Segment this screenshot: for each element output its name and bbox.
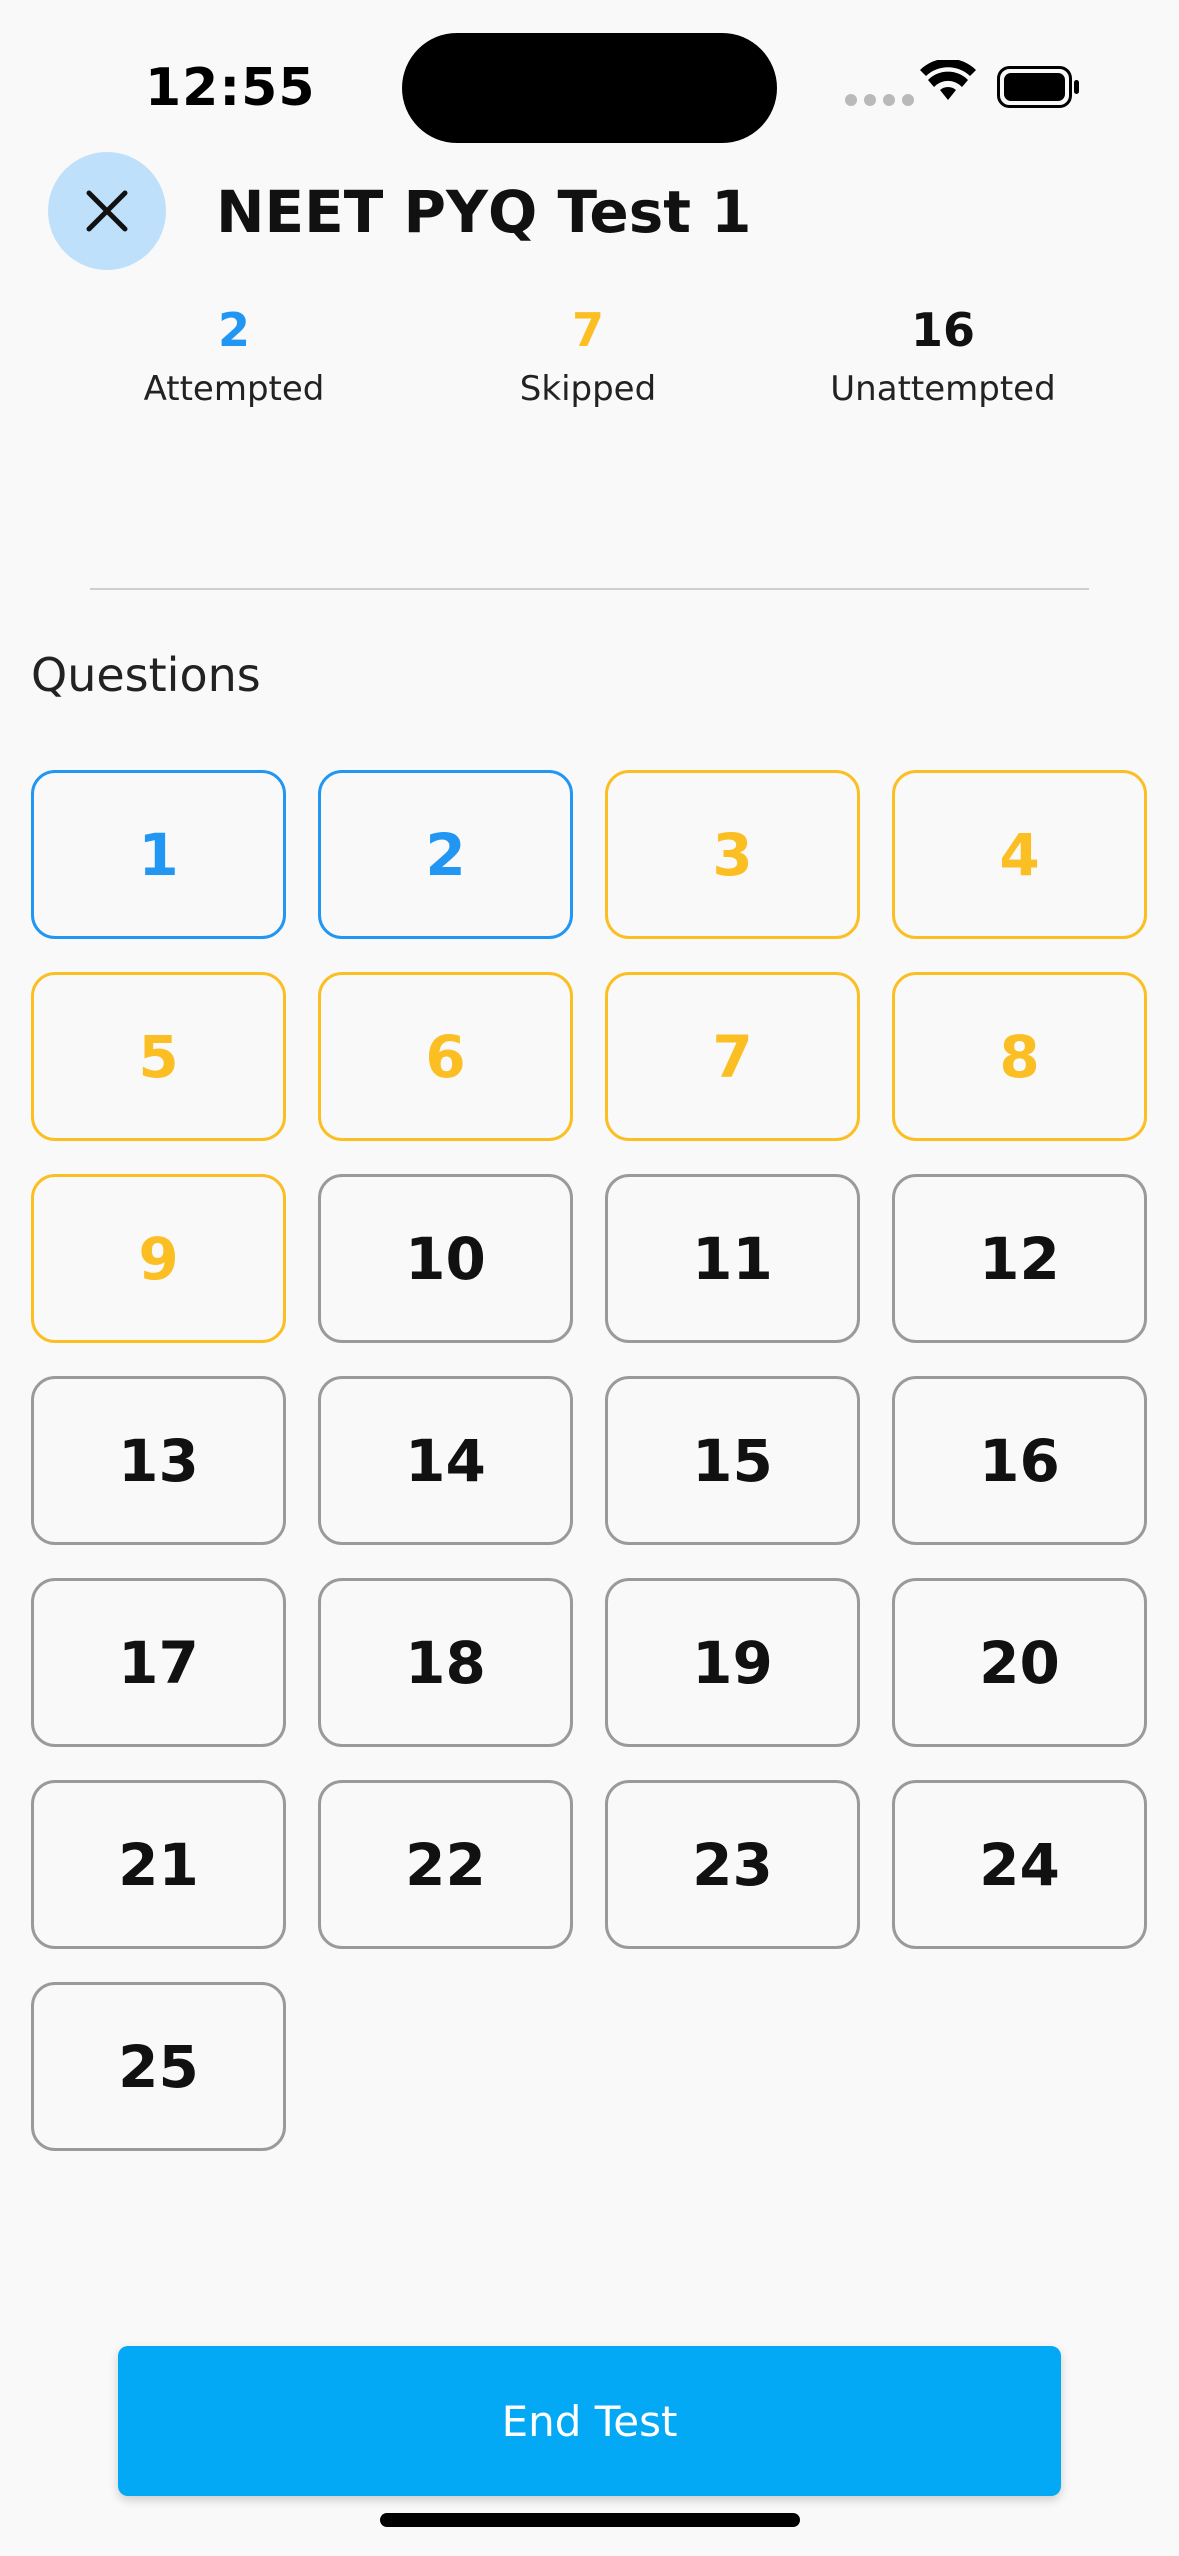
question-button-19[interactable]: 19: [605, 1578, 860, 1747]
question-button-9[interactable]: 9: [31, 1174, 286, 1343]
home-indicator: [380, 2513, 800, 2527]
question-button-8[interactable]: 8: [892, 972, 1147, 1141]
question-button-2[interactable]: 2: [318, 770, 573, 939]
stat-unattempted: 16 Unattempted: [793, 300, 1093, 414]
battery-icon: [997, 66, 1081, 112]
question-button-7[interactable]: 7: [605, 972, 860, 1141]
question-button-14[interactable]: 14: [318, 1376, 573, 1545]
question-button-3[interactable]: 3: [605, 770, 860, 939]
divider: [90, 588, 1089, 590]
dynamic-island: [402, 33, 777, 143]
question-button-25[interactable]: 25: [31, 1982, 286, 2151]
signal-icon: [845, 94, 914, 106]
stat-unattempted-label: Unattempted: [830, 369, 1056, 409]
question-button-12[interactable]: 12: [892, 1174, 1147, 1343]
questions-heading: Questions: [31, 648, 261, 702]
question-button-16[interactable]: 16: [892, 1376, 1147, 1545]
question-button-13[interactable]: 13: [31, 1376, 286, 1545]
question-button-11[interactable]: 11: [605, 1174, 860, 1343]
question-button-6[interactable]: 6: [318, 972, 573, 1141]
question-button-4[interactable]: 4: [892, 770, 1147, 939]
close-button[interactable]: [48, 152, 166, 270]
stat-attempted: 2 Attempted: [84, 300, 384, 414]
status-time: 12:55: [145, 58, 316, 118]
stat-unattempted-count: 16: [910, 303, 975, 357]
page-title: NEET PYQ Test 1: [216, 178, 752, 246]
question-button-17[interactable]: 17: [31, 1578, 286, 1747]
question-button-15[interactable]: 15: [605, 1376, 860, 1545]
end-test-button[interactable]: End Test: [118, 2346, 1061, 2496]
stat-skipped: 7 Skipped: [438, 300, 738, 414]
question-button-24[interactable]: 24: [892, 1780, 1147, 1949]
wifi-icon: [920, 58, 976, 108]
question-button-1[interactable]: 1: [31, 770, 286, 939]
stat-skipped-label: Skipped: [519, 369, 657, 409]
question-button-23[interactable]: 23: [605, 1780, 860, 1949]
question-button-10[interactable]: 10: [318, 1174, 573, 1343]
question-button-18[interactable]: 18: [318, 1578, 573, 1747]
stat-attempted-count: 2: [217, 303, 250, 357]
question-button-21[interactable]: 21: [31, 1780, 286, 1949]
question-button-22[interactable]: 22: [318, 1780, 573, 1949]
screen: 12:55 NEET PYQ Test 1 2 Attempted 7 Skip…: [0, 0, 1179, 2556]
question-button-5[interactable]: 5: [31, 972, 286, 1141]
stat-skipped-count: 7: [571, 303, 604, 357]
stat-attempted-label: Attempted: [143, 369, 325, 409]
question-button-20[interactable]: 20: [892, 1578, 1147, 1747]
question-grid: 1 2 3 4 5 6 7 8 9 10 11 12 13 14 15 16 17 18 19 20 21 22 23 24 2…: [31, 770, 1147, 2151]
close-icon: [86, 190, 128, 232]
